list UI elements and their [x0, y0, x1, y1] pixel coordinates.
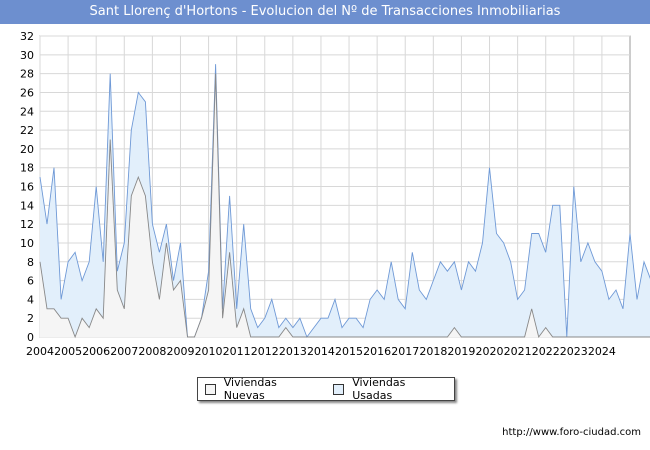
legend-swatch-nuevas	[205, 383, 216, 395]
y-tick-label: 20	[20, 143, 34, 156]
legend-item-nuevas: Viviendas Nuevas	[205, 376, 318, 402]
x-axis-ticks: 2004 2005 2006 2007 2008 2009 2010 2011 2012 2013…	[26, 345, 616, 358]
y-tick-label: 16	[20, 181, 34, 194]
x-tick-label: 2021	[504, 345, 532, 358]
y-tick-label: 22	[20, 124, 34, 137]
x-tick-label: 2024	[588, 345, 616, 358]
y-tick-label: 28	[20, 68, 34, 81]
y-tick-label: 12	[20, 218, 34, 231]
x-tick-label: 2018	[419, 345, 447, 358]
x-tick-label: 2019	[447, 345, 475, 358]
x-tick-label: 2007	[110, 345, 138, 358]
x-tick-label: 2008	[138, 345, 166, 358]
y-tick-label: 10	[20, 237, 34, 250]
y-tick-label: 6	[27, 275, 34, 288]
y-tick-label: 26	[20, 86, 34, 99]
x-tick-label: 2017	[391, 345, 419, 358]
legend-label-nuevas: Viviendas Nuevas	[223, 376, 277, 402]
source-url[interactable]: http://www.foro-ciudad.com	[502, 427, 641, 438]
x-tick-label: 2004	[26, 345, 54, 358]
x-tick-label: 2023	[560, 345, 588, 358]
x-tick-label: 2006	[82, 345, 110, 358]
x-tick-label: 2016	[363, 345, 391, 358]
x-tick-label: 2020	[476, 345, 504, 358]
y-tick-label: 32	[20, 30, 34, 43]
x-tick-label: 2010	[195, 345, 223, 358]
legend-item-usadas: Viviendas Usadas	[333, 376, 446, 402]
y-tick-label: 14	[20, 199, 34, 212]
legend: Viviendas Nuevas Viviendas Usadas	[197, 376, 455, 402]
y-tick-label: 24	[20, 105, 34, 118]
y-tick-label: 30	[20, 49, 34, 62]
y-tick-label: 0	[27, 331, 34, 344]
x-tick-label: 2005	[54, 345, 82, 358]
legend-label-usadas: Viviendas Usadas	[352, 376, 406, 402]
y-tick-label: 2	[27, 312, 34, 325]
x-tick-label: 2012	[251, 345, 279, 358]
x-tick-label: 2014	[307, 345, 335, 358]
legend-swatch-usadas	[333, 383, 345, 395]
x-tick-label: 2013	[279, 345, 307, 358]
y-axis-ticks: 02468101214161820222426283032	[20, 30, 34, 344]
y-tick-label: 4	[27, 293, 34, 306]
x-tick-label: 2011	[223, 345, 251, 358]
y-tick-label: 18	[20, 162, 34, 175]
x-tick-label: 2015	[335, 345, 363, 358]
x-tick-label: 2022	[532, 345, 560, 358]
x-tick-label: 2009	[166, 345, 194, 358]
y-tick-label: 8	[27, 256, 34, 269]
